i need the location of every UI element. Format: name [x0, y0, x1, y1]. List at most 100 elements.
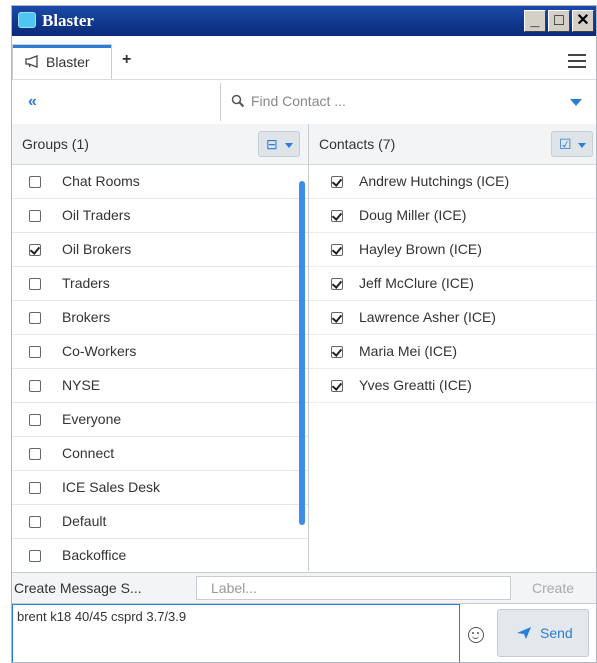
find-contact-box[interactable]	[220, 83, 590, 121]
contact-checkbox-checked[interactable]	[331, 244, 343, 256]
group-checkbox[interactable]	[29, 278, 41, 290]
group-row-traders[interactable]: Traders	[12, 267, 308, 301]
group-checkbox[interactable]	[29, 414, 41, 426]
create-message-set-label: Create Message S...	[14, 580, 142, 596]
contact-row[interactable]: Hayley Brown (ICE)	[309, 233, 596, 267]
contact-label: Yves Greatti (ICE)	[359, 377, 472, 393]
groups-header: Groups (1) ⊟	[12, 124, 309, 165]
group-label: Default	[62, 513, 107, 529]
contacts-list: Andrew Hutchings (ICE) Doug Miller (ICE)…	[309, 165, 596, 571]
groups-select-menu-button[interactable]: ⊟	[258, 131, 300, 157]
group-checkbox[interactable]	[29, 448, 41, 460]
window-title: Blaster	[42, 11, 94, 30]
contact-checkbox-checked[interactable]	[331, 346, 343, 358]
close-button[interactable]: ✕	[572, 10, 594, 32]
create-message-set-row: Create Message S... Create	[12, 572, 596, 604]
maximize-button[interactable]: □	[548, 10, 570, 32]
contact-row[interactable]: Doug Miller (ICE)	[309, 199, 596, 233]
contact-label: Jeff McClure (ICE)	[359, 275, 474, 291]
group-row-connect[interactable]: Connect	[12, 437, 308, 471]
groups-list: Chat Rooms Oil Traders Oil Brokers Trade…	[12, 165, 309, 571]
groups-title: Groups (1)	[22, 136, 89, 152]
group-row-nyse[interactable]: NYSE	[12, 369, 308, 403]
group-label: Oil Traders	[62, 207, 131, 223]
title-bar[interactable]: Blaster _ □ ✕	[12, 6, 596, 36]
group-checkbox[interactable]	[29, 210, 41, 222]
group-checkbox-checked[interactable]	[29, 244, 41, 256]
group-label: Connect	[62, 445, 115, 461]
contact-row[interactable]: Jeff McClure (ICE)	[309, 267, 596, 301]
search-row: «	[12, 80, 596, 125]
group-checkbox[interactable]	[29, 176, 41, 188]
contact-row[interactable]: Yves Greatti (ICE)	[309, 369, 596, 403]
groups-scrollbar[interactable]	[299, 181, 305, 525]
tab-bar: Blaster +	[12, 36, 596, 80]
create-button[interactable]: Create	[515, 576, 591, 600]
megaphone-icon	[25, 55, 41, 71]
search-icon	[231, 94, 245, 108]
contacts-select-menu-button[interactable]: ☑	[551, 131, 593, 157]
group-checkbox[interactable]	[29, 380, 41, 392]
group-checkbox[interactable]	[29, 482, 41, 494]
active-tab-indicator	[13, 45, 111, 48]
chevron-down-icon	[285, 143, 293, 148]
contacts-header: Contacts (7) ☑	[309, 124, 596, 165]
group-row-co-workers[interactable]: Co-Workers	[12, 335, 308, 369]
contact-label: Doug Miller (ICE)	[359, 207, 467, 223]
group-label: Co-Workers	[62, 343, 137, 359]
group-row-chat-rooms[interactable]: Chat Rooms	[12, 165, 308, 199]
group-row-ice-sales-desk[interactable]: ICE Sales Desk	[12, 471, 308, 505]
group-label: Backoffice	[62, 547, 127, 563]
message-text: brent k18 40/45 csprd 3.7/3.9	[17, 609, 187, 624]
contact-label: Hayley Brown (ICE)	[359, 241, 482, 257]
contact-checkbox-checked[interactable]	[331, 380, 343, 392]
find-contact-input[interactable]	[249, 92, 553, 110]
group-checkbox[interactable]	[29, 346, 41, 358]
send-label: Send	[540, 625, 573, 641]
group-row-oil-brokers[interactable]: Oil Brokers	[12, 233, 308, 267]
group-row-oil-traders[interactable]: Oil Traders	[12, 199, 308, 233]
add-tab-button[interactable]: +	[122, 51, 131, 69]
group-row-brokers[interactable]: Brokers	[12, 301, 308, 335]
contact-checkbox-checked[interactable]	[331, 312, 343, 324]
tab-blaster[interactable]: Blaster	[12, 44, 112, 79]
minimize-button[interactable]: _	[524, 10, 546, 32]
emoji-smiley-icon[interactable]	[468, 627, 484, 643]
contact-row[interactable]: Andrew Hutchings (ICE)	[309, 165, 596, 199]
contact-checkbox-checked[interactable]	[331, 278, 343, 290]
hamburger-menu-icon[interactable]	[568, 54, 586, 68]
group-label: Traders	[62, 275, 110, 291]
message-textarea[interactable]: brent k18 40/45 csprd 3.7/3.9	[12, 604, 460, 662]
checkbox-checked-icon: ☑	[559, 136, 572, 152]
paper-plane-icon	[516, 626, 532, 640]
group-row-backoffice[interactable]: Backoffice	[12, 539, 308, 571]
contact-row[interactable]: Lawrence Asher (ICE)	[309, 301, 596, 335]
collapse-double-left-icon[interactable]: «	[28, 93, 37, 111]
group-label: ICE Sales Desk	[62, 479, 161, 495]
group-label: Brokers	[62, 309, 111, 325]
group-row-default[interactable]: Default	[12, 505, 308, 539]
contact-checkbox-checked[interactable]	[331, 176, 343, 188]
send-button[interactable]: Send	[497, 609, 589, 657]
group-checkbox[interactable]	[29, 312, 41, 324]
blaster-window: Blaster _ □ ✕ Blaster + « Groups (1) ⊟	[11, 5, 597, 663]
group-checkbox[interactable]	[29, 516, 41, 528]
group-checkbox[interactable]	[29, 550, 41, 562]
select-list-icon: ⊟	[266, 136, 278, 152]
contact-label: Lawrence Asher (ICE)	[359, 309, 496, 325]
tab-label: Blaster	[46, 54, 90, 70]
contact-row[interactable]: Maria Mei (ICE)	[309, 335, 596, 369]
contact-label: Maria Mei (ICE)	[359, 343, 458, 359]
group-row-everyone[interactable]: Everyone	[12, 403, 308, 437]
chevron-down-icon	[578, 143, 586, 148]
search-dropdown-caret-icon[interactable]	[570, 99, 582, 106]
app-logo-icon	[18, 12, 36, 28]
group-label: Everyone	[62, 411, 122, 427]
label-input[interactable]	[196, 576, 511, 600]
group-label: Chat Rooms	[62, 173, 140, 189]
contact-checkbox-checked[interactable]	[331, 210, 343, 222]
group-label: Oil Brokers	[62, 241, 132, 257]
contact-label: Andrew Hutchings (ICE)	[359, 173, 510, 189]
group-label: NYSE	[62, 377, 101, 393]
contacts-title: Contacts (7)	[319, 136, 396, 152]
